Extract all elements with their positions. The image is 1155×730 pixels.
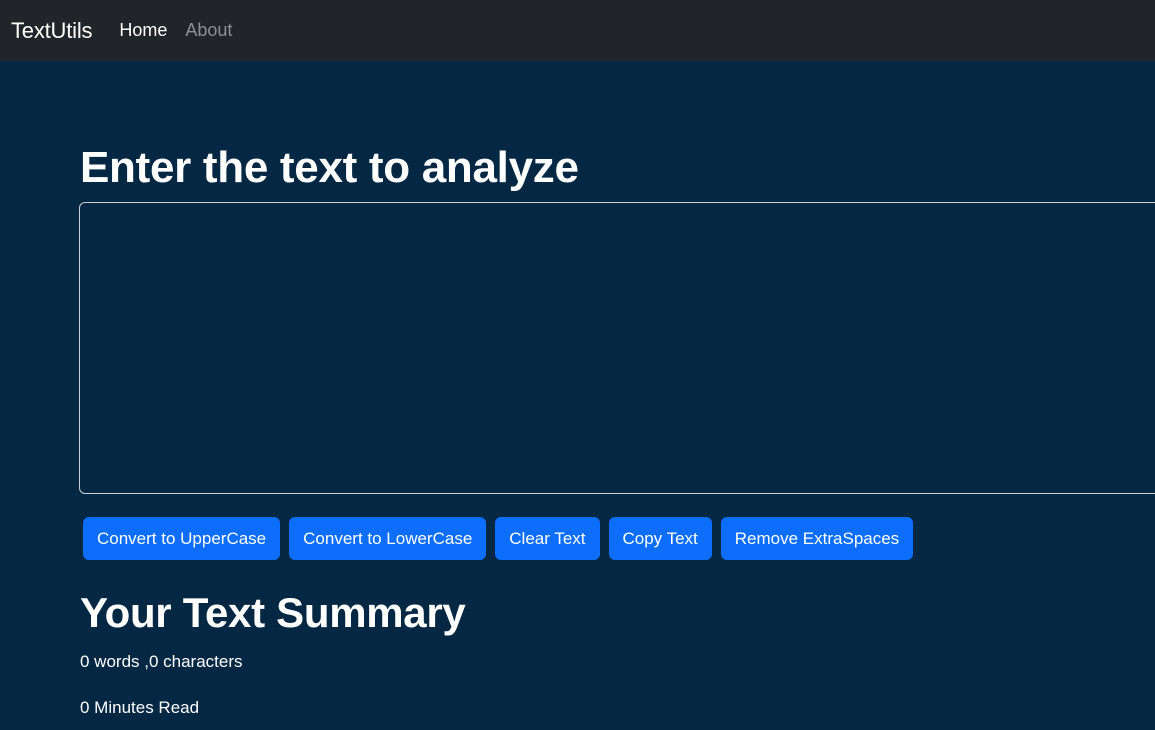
read-time: 0 Minutes Read [80, 698, 200, 717]
brand-link[interactable]: TextUtils [11, 18, 93, 44]
clear-text-button[interactable]: Clear Text [495, 517, 600, 560]
nav-link-home[interactable]: Home [119, 20, 167, 41]
action-buttons: Convert to UpperCase Convert to LowerCas… [83, 517, 914, 560]
page-heading: Enter the text to analyze [80, 143, 579, 192]
nav-link-about[interactable]: About [185, 20, 232, 41]
uppercase-button[interactable]: Convert to UpperCase [83, 517, 281, 560]
word-char-count: 0 words ,0 characters [80, 652, 243, 671]
text-input-area[interactable] [79, 202, 1155, 494]
summary-heading: Your Text Summary [80, 589, 466, 636]
lowercase-button[interactable]: Convert to LowerCase [289, 517, 487, 560]
navbar: TextUtils Home About [0, 0, 1155, 61]
remove-extra-spaces-button[interactable]: Remove ExtraSpaces [720, 517, 914, 560]
copy-text-button[interactable]: Copy Text [608, 517, 712, 560]
